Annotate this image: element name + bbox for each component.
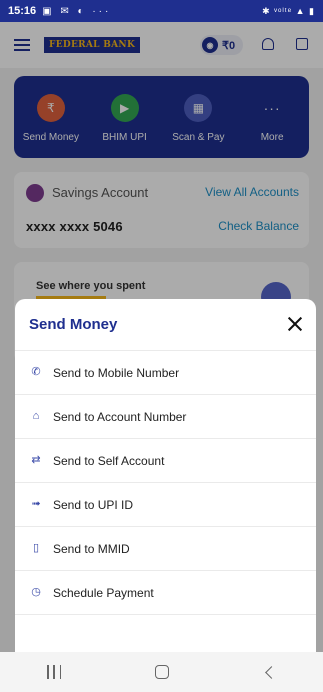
menu-item-send-account[interactable]: ⌂ Send to Account Number: [15, 395, 316, 439]
mobile-icon: ▯: [32, 542, 40, 554]
transfer-icon: ⇄: [31, 454, 41, 466]
system-icons: ✱ ᵛᵒˡᵗᵉ ▲ ▮: [262, 5, 315, 16]
notification-icons: ▣ ✉ ◐ ···: [42, 5, 112, 17]
recents-icon[interactable]: [47, 665, 61, 679]
home-icon[interactable]: [155, 665, 169, 679]
sheet-title: Send Money: [29, 316, 118, 333]
close-icon[interactable]: [286, 315, 304, 333]
bank-icon: ⌂: [32, 410, 40, 422]
menu-item-send-upi[interactable]: ➟ Send to UPI ID: [15, 483, 316, 527]
menu-item-label: Schedule Payment: [53, 585, 154, 600]
menu-item-send-mmid[interactable]: ▯ Send to MMID: [15, 527, 316, 571]
sheet-header: Send Money: [15, 299, 316, 351]
menu-item-send-self[interactable]: ⇄ Send to Self Account: [15, 439, 316, 483]
status-time: 15:16: [8, 5, 37, 17]
menu-item-label: Send to Mobile Number: [53, 365, 180, 380]
menu-item-label: Send to Account Number: [53, 409, 187, 424]
menu-item-label: Send to UPI ID: [53, 497, 134, 512]
system-nav-bar: [0, 652, 323, 692]
phone-icon: ✆: [31, 366, 41, 378]
status-bar: 15:16 ▣ ✉ ◐ ··· ✱ ᵛᵒˡᵗᵉ ▲ ▮: [0, 0, 323, 22]
menu-item-schedule-payment[interactable]: ◷ Schedule Payment: [15, 571, 316, 615]
menu-item-label: Send to Self Account: [53, 453, 165, 468]
upi-icon: ➟: [31, 498, 41, 510]
clock-icon: ◷: [31, 586, 41, 598]
send-money-sheet: Send Money ✆ Send to Mobile Number ⌂ Sen…: [15, 299, 316, 652]
back-icon[interactable]: [265, 665, 278, 679]
menu-item-label: Send to MMID: [53, 541, 130, 556]
menu-item-send-mobile[interactable]: ✆ Send to Mobile Number: [15, 351, 316, 395]
